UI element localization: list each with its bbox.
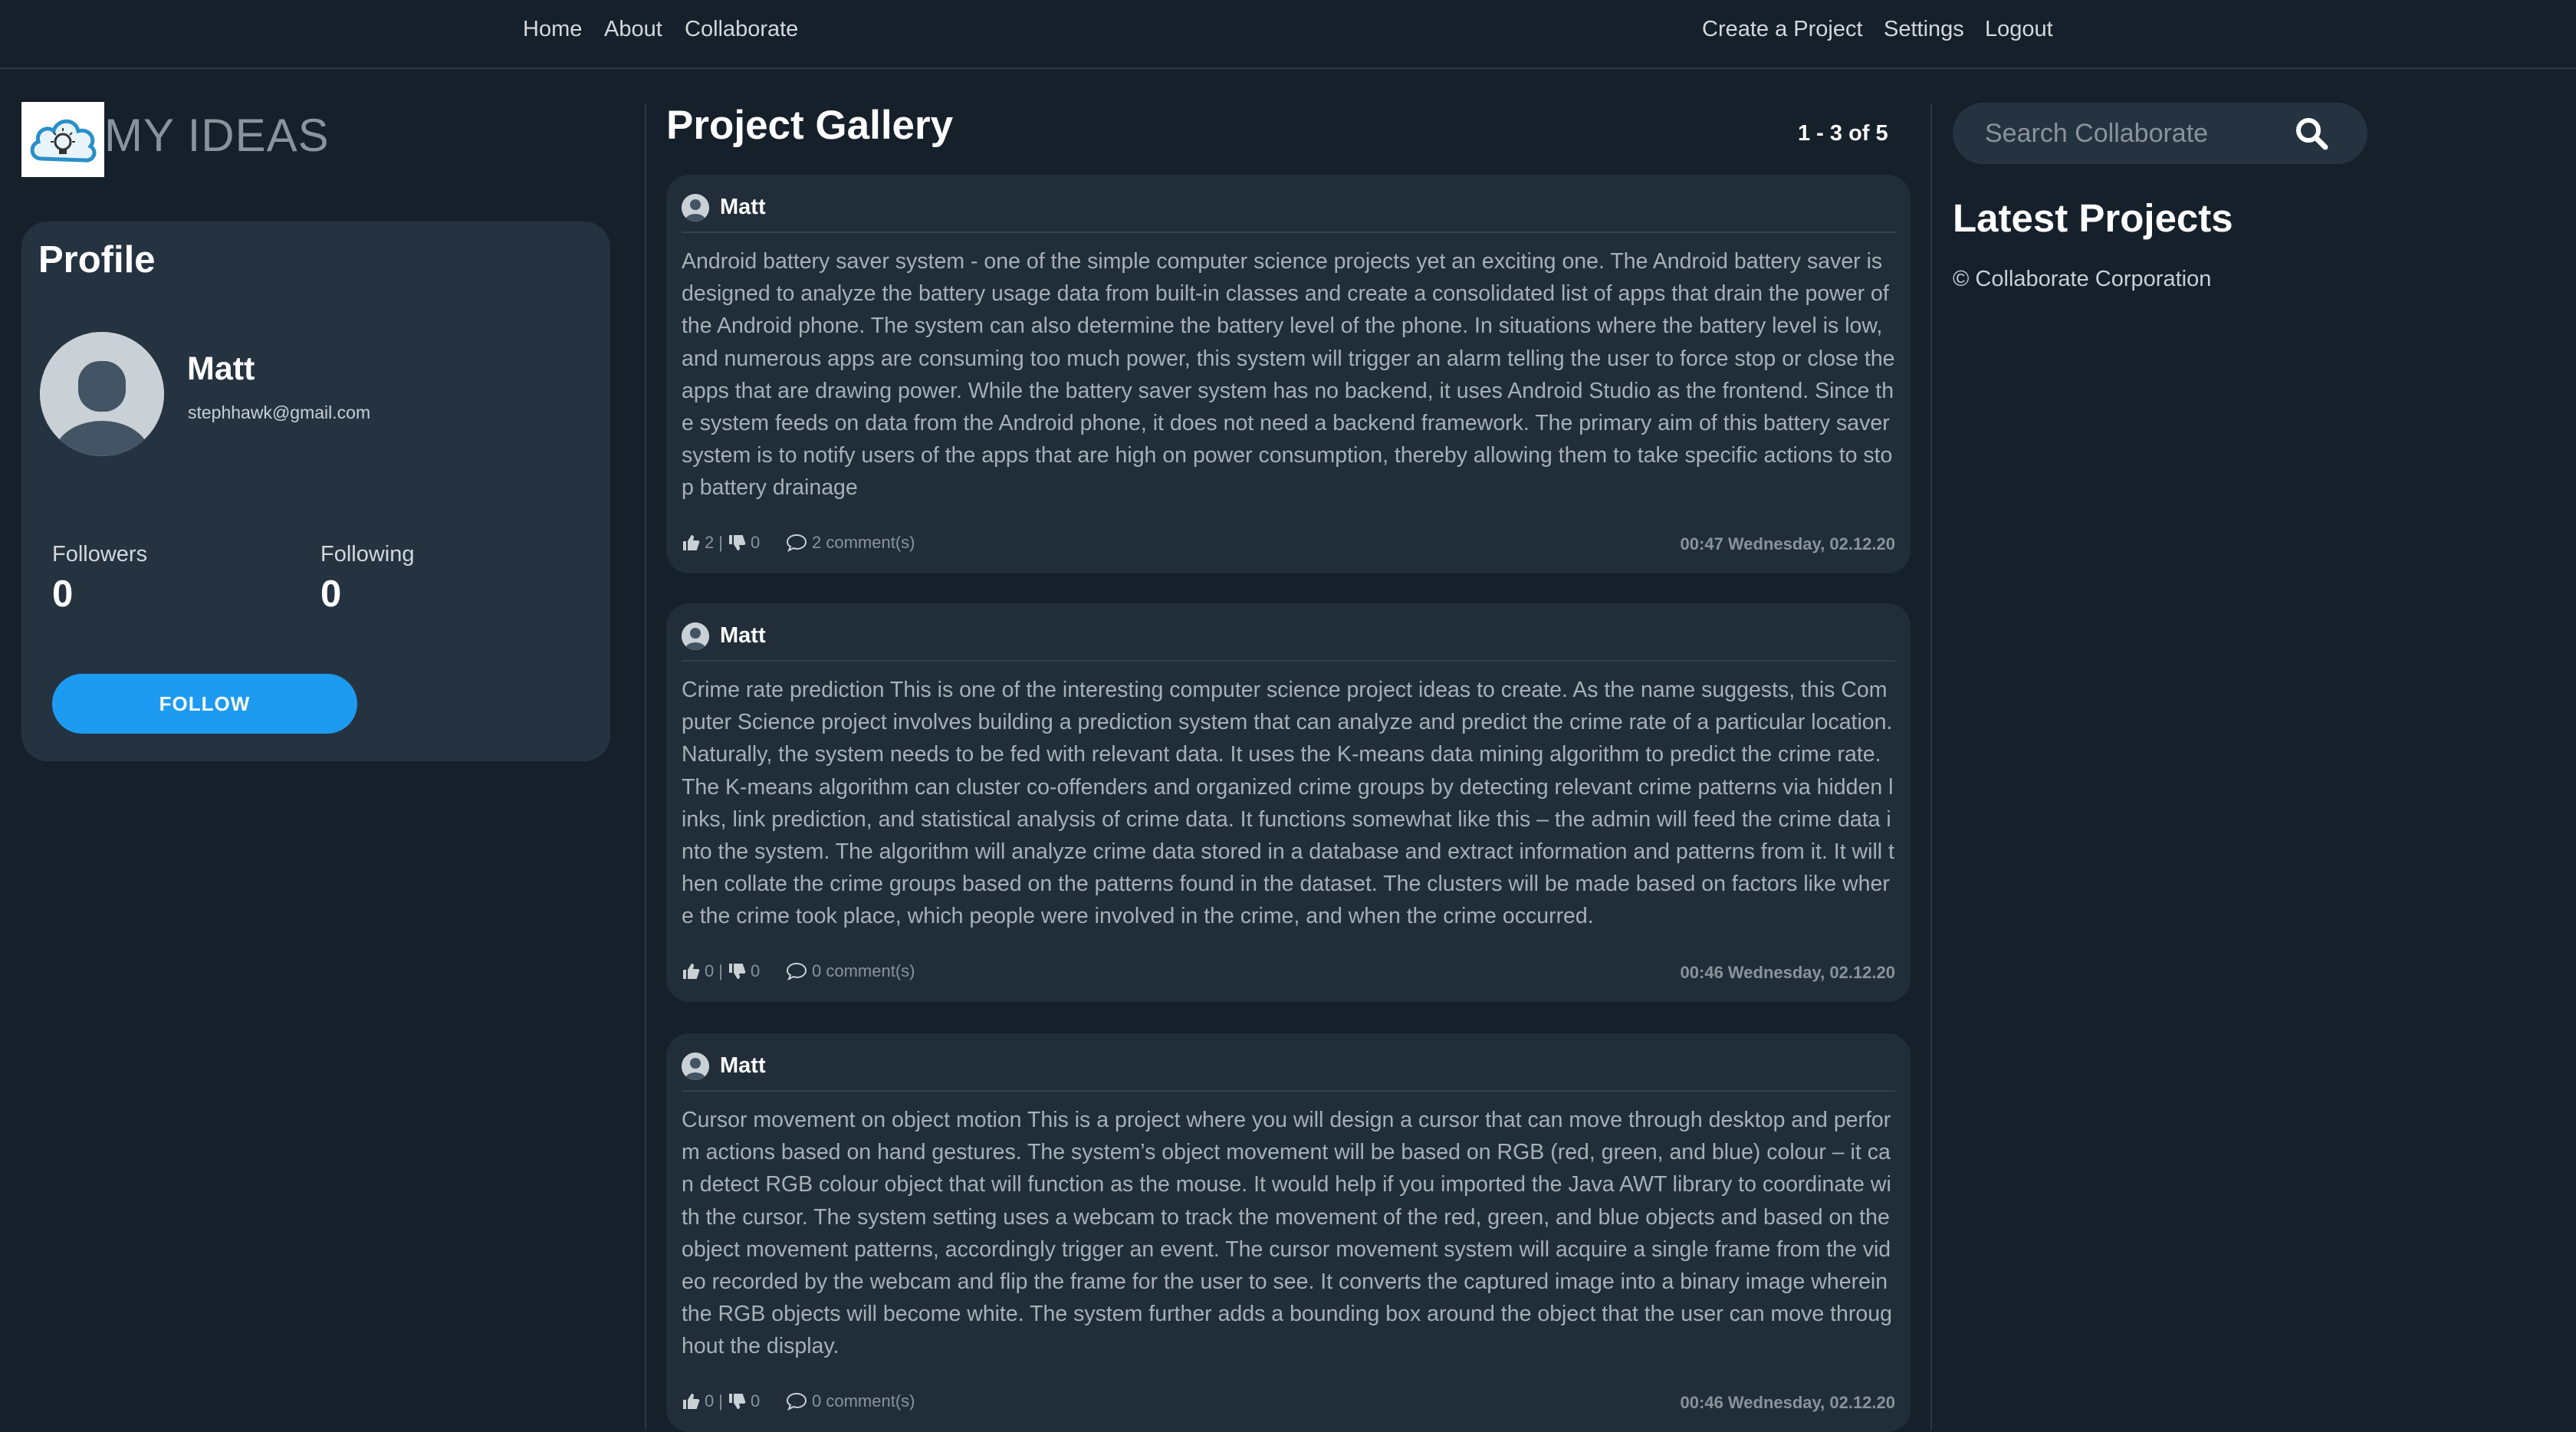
comments-link[interactable]: 2 comment(s) <box>786 533 915 553</box>
post-timestamp: 00:46 Wednesday, 02.12.20 <box>1680 963 1895 982</box>
reaction-bar: 0 | 0 <box>682 1391 760 1411</box>
comment-bubble-icon <box>786 1392 807 1411</box>
brand-name[interactable]: MY IDEAS <box>104 109 330 163</box>
reaction-separator: | <box>718 1391 723 1411</box>
top-navigation: Home About Collaborate Create a Project … <box>0 0 2576 69</box>
pagination-status: 1 - 3 of 5 <box>1798 121 1888 146</box>
profile-title: Profile <box>38 239 156 281</box>
post-timestamp: 00:47 Wednesday, 02.12.20 <box>1680 534 1895 553</box>
avatar[interactable] <box>682 622 709 650</box>
search-bar <box>1953 103 2367 164</box>
followers-count: 0 <box>52 573 74 615</box>
comment-bubble-icon <box>786 962 807 980</box>
nav-logout-link[interactable]: Logout <box>1985 15 2053 43</box>
post-timestamp: 00:46 Wednesday, 02.12.20 <box>1680 1393 1895 1412</box>
thumbs-up-icon[interactable] <box>682 534 700 551</box>
like-count: 0 <box>705 1391 715 1411</box>
comments-link[interactable]: 0 comment(s) <box>786 961 915 981</box>
brand-logo[interactable] <box>21 102 104 177</box>
dislike-count: 0 <box>750 533 761 552</box>
post-body: Crime rate prediction This is one of the… <box>682 678 1894 929</box>
follow-button[interactable]: FOLLOW <box>52 674 357 734</box>
post-footer: 0 | 0 0 comment(s) 00:46 Wednesday, 02.1… <box>682 960 1895 987</box>
user-avatar-icon <box>40 332 164 456</box>
followers-label: Followers <box>52 542 148 567</box>
profile-email: stephhawk@gmail.com <box>188 402 371 422</box>
project-post: Matt Crime rate prediction This is one o… <box>666 603 1911 1002</box>
project-post: Matt Cursor movement on object motion Th… <box>666 1033 1911 1432</box>
post-header: Matt <box>682 1047 1895 1092</box>
post-footer: 0 | 0 0 comment(s) 00:46 Wednesday, 02.1… <box>682 1390 1895 1417</box>
thumbs-down-icon[interactable] <box>728 1393 746 1410</box>
like-count: 0 <box>705 961 715 980</box>
post-author[interactable]: Matt <box>720 623 766 649</box>
comment-count: 0 comment(s) <box>812 961 915 980</box>
cloud-lightbulb-icon <box>30 119 97 163</box>
page-title: Project Gallery <box>666 103 954 148</box>
profile-card: Profile Matt stephhawk@gmail.com Followe… <box>21 222 610 761</box>
right-divider <box>1930 103 1932 1430</box>
nav-settings-link[interactable]: Settings <box>1884 15 1964 43</box>
project-post: Matt Android battery saver system - one … <box>666 175 1911 573</box>
comment-count: 0 comment(s) <box>812 1391 915 1411</box>
dislike-count: 0 <box>750 961 761 980</box>
comments-link[interactable]: 0 comment(s) <box>786 1391 915 1411</box>
nav-home-link[interactable]: Home <box>523 15 582 43</box>
comment-count: 2 comment(s) <box>812 533 915 552</box>
user-avatar-icon <box>682 622 709 650</box>
avatar[interactable] <box>682 1053 709 1080</box>
dislike-count: 0 <box>750 1391 761 1411</box>
thumbs-up-icon[interactable] <box>682 963 700 980</box>
post-author[interactable]: Matt <box>720 1053 766 1079</box>
reaction-bar: 0 | 0 <box>682 961 760 981</box>
post-body: Cursor movement on object motion This is… <box>682 1108 1892 1359</box>
thumbs-down-icon[interactable] <box>728 963 746 980</box>
reaction-bar: 2 | 0 <box>682 533 760 553</box>
left-divider <box>645 103 646 1430</box>
reaction-separator: | <box>718 961 723 980</box>
post-footer: 2 | 0 2 comment(s) 00:47 Wednesday, 02.1… <box>682 531 1895 559</box>
following-label: Following <box>320 542 415 567</box>
post-author[interactable]: Matt <box>720 195 766 220</box>
search-icon[interactable] <box>2293 115 2330 152</box>
post-header: Matt <box>682 189 1895 233</box>
reaction-separator: | <box>718 533 723 552</box>
avatar[interactable] <box>682 194 709 222</box>
post-header: Matt <box>682 617 1895 662</box>
thumbs-up-icon[interactable] <box>682 1393 700 1410</box>
profile-name: Matt <box>187 350 255 387</box>
avatar <box>40 332 164 456</box>
nav-collaborate-link[interactable]: Collaborate <box>685 15 798 43</box>
user-avatar-icon <box>682 1053 709 1080</box>
post-body: Android battery saver system - one of th… <box>682 249 1895 501</box>
comment-bubble-icon <box>786 534 807 552</box>
following-count: 0 <box>320 573 342 615</box>
nav-about-link[interactable]: About <box>604 15 662 43</box>
copyright-text: © Collaborate Corporation <box>1953 267 2212 291</box>
search-input[interactable] <box>1983 113 2293 153</box>
nav-create-project-link[interactable]: Create a Project <box>1702 15 1863 43</box>
like-count: 2 <box>705 533 715 552</box>
latest-projects-title: Latest Projects <box>1953 196 2233 240</box>
user-avatar-icon <box>682 194 709 222</box>
thumbs-down-icon[interactable] <box>728 534 746 551</box>
